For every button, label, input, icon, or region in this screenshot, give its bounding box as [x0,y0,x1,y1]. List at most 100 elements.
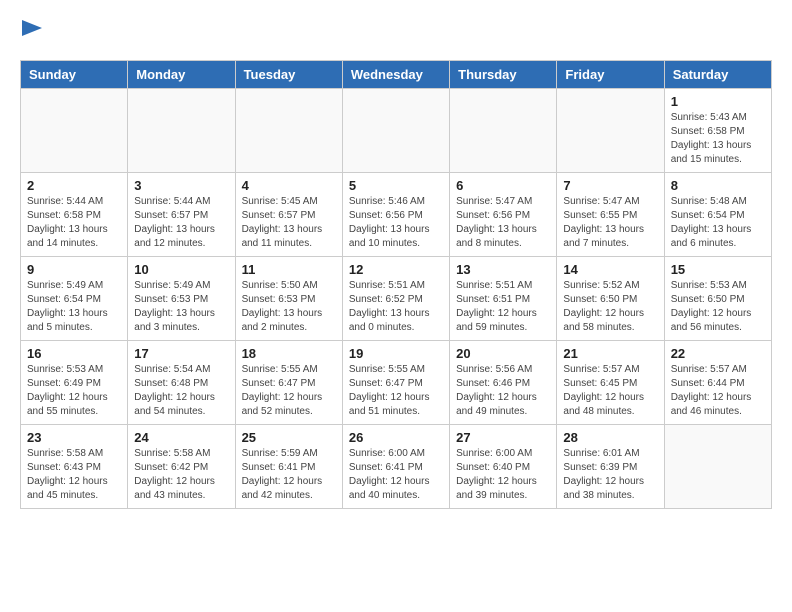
calendar-header-row: SundayMondayTuesdayWednesdayThursdayFrid… [21,61,772,89]
calendar-cell: 19 Sunrise: 5:55 AM Sunset: 6:47 PM Dayli… [342,341,449,425]
calendar-cell: 6Sunrise: 5:47 AM Sunset: 6:56 PM Daylig… [450,173,557,257]
calendar-cell: 5 Sunrise: 5:46 AM Sunset: 6:56 PM Daylig… [342,173,449,257]
calendar-cell: 3Sunrise: 5:44 AM Sunset: 6:57 PM Daylig… [128,173,235,257]
day-info: Sunrise: 5:45 AM Sunset: 6:57 PM Dayligh… [242,195,336,251]
day-number: 19 [349,346,443,361]
calendar-cell: 27 Sunrise: 6:00 AM Sunset: 6:40 PM Dayli… [450,425,557,509]
day-number: 8 [671,178,765,193]
day-info: Sunrise: 5:47 AM Sunset: 6:55 PM Dayligh… [563,195,657,251]
day-number: 14 [563,262,657,277]
calendar-cell: 9 Sunrise: 5:49 AM Sunset: 6:54 PM Daylig… [21,257,128,341]
calendar-cell: 22 Sunrise: 5:57 AM Sunset: 6:44 PM Dayli… [664,341,771,425]
day-number: 22 [671,346,765,361]
day-number: 13 [456,262,550,277]
calendar-cell: 18 Sunrise: 5:55 AM Sunset: 6:47 PM Dayli… [235,341,342,425]
day-header-wednesday: Wednesday [342,61,449,89]
day-number: 16 [27,346,121,361]
day-info: Sunrise: 5:46 AM Sunset: 6:56 PM Dayligh… [349,195,443,251]
calendar-week-2: 9 Sunrise: 5:49 AM Sunset: 6:54 PM Daylig… [21,257,772,341]
day-number: 7 [563,178,657,193]
day-number: 2 [27,178,121,193]
day-info: Sunrise: 5:57 AM Sunset: 6:45 PM Dayligh… [563,363,657,419]
day-info: Sunrise: 5:49 AM Sunset: 6:54 PM Dayligh… [27,279,121,335]
day-number: 1 [671,94,765,109]
calendar-cell: 26 Sunrise: 6:00 AM Sunset: 6:41 PM Dayli… [342,425,449,509]
day-info: Sunrise: 6:00 AM Sunset: 6:41 PM Dayligh… [349,447,443,503]
calendar-cell: 16Sunrise: 5:53 AM Sunset: 6:49 PM Dayli… [21,341,128,425]
day-info: Sunrise: 5:56 AM Sunset: 6:46 PM Dayligh… [456,363,550,419]
logo-icon [22,20,52,50]
calendar-cell: 11Sunrise: 5:50 AM Sunset: 6:53 PM Dayli… [235,257,342,341]
day-number: 9 [27,262,121,277]
calendar-week-1: 2 Sunrise: 5:44 AM Sunset: 6:58 PM Daylig… [21,173,772,257]
day-info: Sunrise: 5:48 AM Sunset: 6:54 PM Dayligh… [671,195,765,251]
calendar-cell: 21 Sunrise: 5:57 AM Sunset: 6:45 PM Dayli… [557,341,664,425]
day-header-monday: Monday [128,61,235,89]
day-number: 4 [242,178,336,193]
day-number: 3 [134,178,228,193]
calendar-cell: 17 Sunrise: 5:54 AM Sunset: 6:48 PM Dayli… [128,341,235,425]
day-info: Sunrise: 5:54 AM Sunset: 6:48 PM Dayligh… [134,363,228,419]
calendar-cell: 25 Sunrise: 5:59 AM Sunset: 6:41 PM Dayli… [235,425,342,509]
day-info: Sunrise: 5:53 AM Sunset: 6:50 PM Dayligh… [671,279,765,335]
day-number: 10 [134,262,228,277]
day-info: Sunrise: 6:00 AM Sunset: 6:40 PM Dayligh… [456,447,550,503]
calendar-cell: 2 Sunrise: 5:44 AM Sunset: 6:58 PM Daylig… [21,173,128,257]
calendar-cell: 20 Sunrise: 5:56 AM Sunset: 6:46 PM Dayli… [450,341,557,425]
day-number: 23 [27,430,121,445]
day-info: Sunrise: 5:59 AM Sunset: 6:41 PM Dayligh… [242,447,336,503]
day-number: 18 [242,346,336,361]
calendar-week-3: 16Sunrise: 5:53 AM Sunset: 6:49 PM Dayli… [21,341,772,425]
calendar-cell: 1 Sunrise: 5:43 AM Sunset: 6:58 PM Daylig… [664,89,771,173]
day-info: Sunrise: 5:57 AM Sunset: 6:44 PM Dayligh… [671,363,765,419]
day-info: Sunrise: 5:58 AM Sunset: 6:42 PM Dayligh… [134,447,228,503]
calendar-week-4: 23 Sunrise: 5:58 AM Sunset: 6:43 PM Dayli… [21,425,772,509]
day-info: Sunrise: 5:43 AM Sunset: 6:58 PM Dayligh… [671,111,765,167]
day-info: Sunrise: 5:55 AM Sunset: 6:47 PM Dayligh… [242,363,336,419]
calendar-cell: 28Sunrise: 6:01 AM Sunset: 6:39 PM Dayli… [557,425,664,509]
day-number: 15 [671,262,765,277]
calendar-cell: 7 Sunrise: 5:47 AM Sunset: 6:55 PM Daylig… [557,173,664,257]
calendar-cell: 15 Sunrise: 5:53 AM Sunset: 6:50 PM Dayli… [664,257,771,341]
day-number: 27 [456,430,550,445]
day-number: 11 [242,262,336,277]
calendar-week-0: 1 Sunrise: 5:43 AM Sunset: 6:58 PM Daylig… [21,89,772,173]
day-number: 21 [563,346,657,361]
day-number: 20 [456,346,550,361]
day-info: Sunrise: 5:44 AM Sunset: 6:58 PM Dayligh… [27,195,121,251]
day-header-friday: Friday [557,61,664,89]
day-number: 24 [134,430,228,445]
calendar-cell: 14 Sunrise: 5:52 AM Sunset: 6:50 PM Dayli… [557,257,664,341]
day-info: Sunrise: 5:51 AM Sunset: 6:51 PM Dayligh… [456,279,550,335]
calendar-cell: 23 Sunrise: 5:58 AM Sunset: 6:43 PM Dayli… [21,425,128,509]
calendar-cell [21,89,128,173]
day-info: Sunrise: 5:51 AM Sunset: 6:52 PM Dayligh… [349,279,443,335]
calendar-cell [557,89,664,173]
calendar-cell: 10 Sunrise: 5:49 AM Sunset: 6:53 PM Dayli… [128,257,235,341]
calendar-cell [664,425,771,509]
day-info: Sunrise: 5:49 AM Sunset: 6:53 PM Dayligh… [134,279,228,335]
logo [20,20,52,50]
calendar-cell: 13 Sunrise: 5:51 AM Sunset: 6:51 PM Dayli… [450,257,557,341]
day-info: Sunrise: 5:52 AM Sunset: 6:50 PM Dayligh… [563,279,657,335]
day-info: Sunrise: 5:58 AM Sunset: 6:43 PM Dayligh… [27,447,121,503]
calendar-cell [342,89,449,173]
day-number: 26 [349,430,443,445]
calendar-cell [450,89,557,173]
day-number: 25 [242,430,336,445]
calendar-cell [235,89,342,173]
calendar-cell: 8 Sunrise: 5:48 AM Sunset: 6:54 PM Daylig… [664,173,771,257]
day-info: Sunrise: 5:47 AM Sunset: 6:56 PM Dayligh… [456,195,550,251]
day-header-saturday: Saturday [664,61,771,89]
day-info: Sunrise: 5:55 AM Sunset: 6:47 PM Dayligh… [349,363,443,419]
day-number: 17 [134,346,228,361]
calendar-cell [128,89,235,173]
day-number: 5 [349,178,443,193]
calendar-cell: 4 Sunrise: 5:45 AM Sunset: 6:57 PM Daylig… [235,173,342,257]
calendar-cell: 12 Sunrise: 5:51 AM Sunset: 6:52 PM Dayli… [342,257,449,341]
day-header-thursday: Thursday [450,61,557,89]
day-number: 12 [349,262,443,277]
day-header-sunday: Sunday [21,61,128,89]
calendar-table: SundayMondayTuesdayWednesdayThursdayFrid… [20,60,772,509]
day-header-tuesday: Tuesday [235,61,342,89]
